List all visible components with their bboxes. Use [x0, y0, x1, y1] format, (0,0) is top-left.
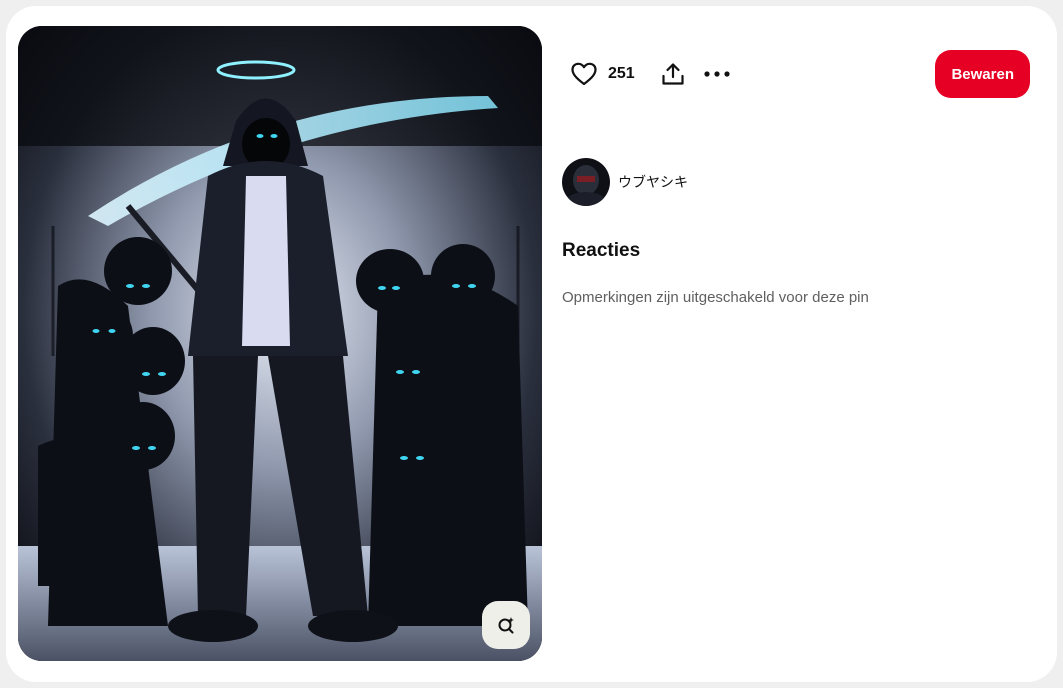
- author-info[interactable]: ウブヤシキ: [562, 158, 688, 206]
- comments-heading: Reacties: [562, 240, 641, 261]
- avatar-image: [562, 158, 610, 206]
- pin-detail-card: 251 Bewaren ウブヤシキ Reacties Opmerkingen z…: [6, 6, 1057, 682]
- visual-search-icon: [498, 617, 514, 634]
- visual-search-button[interactable]: [482, 601, 530, 649]
- heart-icon: [571, 62, 597, 86]
- save-button[interactable]: Bewaren: [935, 50, 1030, 98]
- more-options-button[interactable]: [695, 52, 739, 96]
- share-icon: [662, 63, 684, 85]
- more-dots-icon: [704, 71, 730, 77]
- like-count: 251: [608, 65, 635, 82]
- like-button[interactable]: [562, 52, 606, 96]
- pin-image[interactable]: [18, 26, 542, 661]
- pin-action-bar: 251: [562, 50, 739, 98]
- comments-disabled-message: Opmerkingen zijn uitgeschakeld voor deze…: [562, 289, 869, 306]
- author-name[interactable]: ウブヤシキ: [618, 172, 688, 192]
- share-button[interactable]: [651, 52, 695, 96]
- avatar[interactable]: [562, 158, 610, 206]
- pin-artwork: [18, 26, 542, 661]
